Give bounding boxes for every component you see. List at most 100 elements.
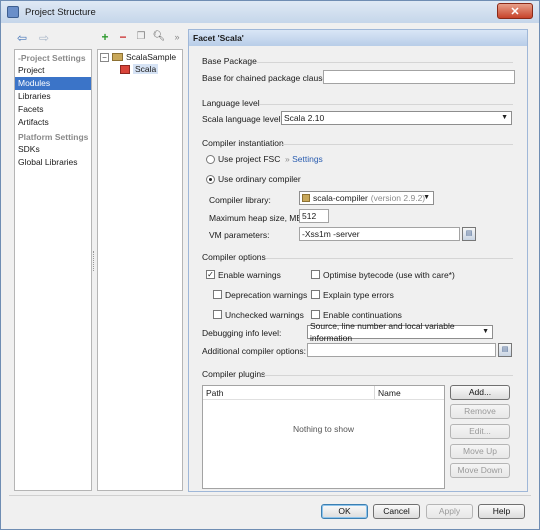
heap-size-label: Maximum heap size, MB: <box>209 213 305 223</box>
tree-root-label: ScalaSample <box>126 52 177 62</box>
scala-facet-icon <box>120 64 130 74</box>
scala-language-level-select[interactable]: Scala 2.10 ▼ <box>281 111 512 125</box>
module-folder-icon <box>112 53 123 61</box>
nav-item-facets[interactable]: Facets <box>15 103 91 116</box>
facet-header: Facet 'Scala' <box>189 30 527 46</box>
scala-language-level-value: Scala 2.10 <box>284 113 325 123</box>
chevron-down-icon: ▼ <box>501 114 508 121</box>
divider <box>259 104 513 105</box>
compiler-plugins-title: Compiler plugins <box>202 369 266 379</box>
explain-type-errors-checkbox[interactable] <box>311 290 320 299</box>
divider <box>257 62 513 63</box>
nav-item-modules[interactable]: Modules <box>15 77 91 90</box>
unchecked-warnings-checkbox[interactable] <box>213 310 222 319</box>
optimise-bytecode-checkbox[interactable] <box>311 270 320 279</box>
empty-table-message: Nothing to show <box>293 424 354 434</box>
use-project-fsc-label: Use project FSC <box>218 154 281 164</box>
platform-settings-header: Platform Settings <box>18 132 89 142</box>
copy-icon[interactable]: ❐ <box>135 31 147 43</box>
column-header-name[interactable]: Name <box>375 386 401 399</box>
close-icon: ✕ <box>510 5 520 18</box>
window-title: Project Structure <box>25 6 96 18</box>
add-icon[interactable]: + <box>99 31 111 43</box>
use-ordinary-compiler-label: Use ordinary compiler <box>218 174 301 184</box>
heap-size-input[interactable]: 512 <box>299 209 329 223</box>
divider <box>9 495 531 496</box>
use-ordinary-compiler-radio[interactable] <box>206 175 215 184</box>
add-plugin-button[interactable]: Add... <box>450 385 510 400</box>
nav-item-project[interactable]: Project <box>15 64 91 77</box>
collapse-icon[interactable]: − <box>100 52 109 62</box>
app-icon <box>7 6 19 18</box>
scala-language-level-label: Scala language level: <box>202 114 283 124</box>
enable-continuations-label: Enable continuations <box>323 310 402 320</box>
splitter-handle[interactable] <box>93 251 95 271</box>
nav-item-libraries[interactable]: Libraries <box>15 90 91 103</box>
apply-button[interactable]: Apply <box>426 504 473 519</box>
search-icon[interactable]: 🔍︎ <box>153 31 166 43</box>
column-header-path[interactable]: Path <box>203 386 375 399</box>
help-button[interactable]: Help <box>478 504 525 519</box>
compiler-library-value: scala-compiler <box>313 193 368 203</box>
use-project-fsc-radio[interactable] <box>206 155 215 164</box>
base-package-label: Base for chained package clauses <box>202 73 332 83</box>
more-icon[interactable]: » <box>171 31 183 43</box>
base-package-title: Base Package <box>202 56 257 66</box>
compiler-library-label: Compiler library: <box>209 195 271 205</box>
compiler-library-version: (version 2.9.2) <box>370 193 426 203</box>
compiler-plugins-table[interactable]: Path Name Nothing to show <box>202 385 445 489</box>
divider <box>281 144 513 145</box>
additional-compiler-options-input[interactable] <box>307 343 496 357</box>
nav-toolbar: ⇦ ⇨ <box>15 31 51 45</box>
tree-child-label: Scala <box>133 64 159 74</box>
enable-warnings-checkbox[interactable]: ✓ <box>206 270 215 279</box>
divider <box>266 258 513 259</box>
enable-warnings-label: Enable warnings <box>218 270 281 280</box>
compiler-instantiation-title: Compiler instantiation <box>202 138 284 148</box>
debugging-info-select[interactable]: Source, line number and local variable i… <box>307 321 493 343</box>
vm-parameters-label: VM parameters: <box>209 230 270 240</box>
nav-item-global-libraries[interactable]: Global Libraries <box>15 156 91 169</box>
remove-icon[interactable]: − <box>117 31 129 43</box>
nav-item-artifacts[interactable]: Artifacts <box>15 116 91 129</box>
forward-arrow-icon[interactable]: ⇨ <box>37 31 51 45</box>
tree-node-root[interactable]: − ScalaSample <box>98 51 182 63</box>
expand-editor-icon[interactable]: ▤ <box>498 343 512 357</box>
ok-button[interactable]: OK <box>321 504 368 519</box>
tree-node-scala[interactable]: Scala <box>120 63 182 75</box>
fsc-settings-link[interactable]: » Settings <box>285 154 323 164</box>
move-up-button[interactable]: Move Up <box>450 444 510 459</box>
deprecation-warnings-label: Deprecation warnings <box>225 290 308 300</box>
table-header: Path Name <box>203 386 444 400</box>
deprecation-warnings-checkbox[interactable] <box>213 290 222 299</box>
base-package-input[interactable] <box>323 70 515 84</box>
expand-editor-icon[interactable]: ▤ <box>462 227 476 241</box>
close-button[interactable]: ✕ <box>497 3 533 19</box>
nav-item-sdks[interactable]: SDKs <box>15 143 91 156</box>
debugging-info-value: Source, line number and local variable i… <box>310 321 455 343</box>
compiler-library-select[interactable]: scala-compiler (version 2.9.2) ▼ <box>299 191 434 205</box>
module-toolbar: + − ❐ 🔍︎ » <box>99 31 183 43</box>
chevron-down-icon: ▼ <box>482 328 489 335</box>
remove-plugin-button[interactable]: Remove <box>450 404 510 419</box>
language-level-title: Language level <box>202 98 260 108</box>
project-structure-window: Project Structure ✕ ⇦ ⇨ -Project Setting… <box>0 0 540 530</box>
edit-plugin-button[interactable]: Edit... <box>450 424 510 439</box>
module-tree: − ScalaSample Scala <box>97 49 183 491</box>
cancel-button[interactable]: Cancel <box>373 504 420 519</box>
title-bar: Project Structure ✕ <box>1 1 539 23</box>
library-icon <box>302 194 310 202</box>
compiler-options-title: Compiler options <box>202 252 266 262</box>
additional-compiler-options-label: Additional compiler options: <box>202 346 306 356</box>
back-arrow-icon[interactable]: ⇦ <box>15 31 29 45</box>
debugging-info-label: Debugging info level: <box>202 328 282 338</box>
project-settings-header: -Project Settings <box>18 53 86 63</box>
move-down-button[interactable]: Move Down <box>450 463 510 478</box>
unchecked-warnings-label: Unchecked warnings <box>225 310 304 320</box>
chevron-down-icon: ▼ <box>423 194 430 201</box>
optimise-bytecode-label: Optimise bytecode (use with care*) <box>323 270 455 280</box>
explain-type-errors-label: Explain type errors <box>323 290 394 300</box>
divider <box>263 375 513 376</box>
enable-continuations-checkbox[interactable] <box>311 310 320 319</box>
vm-parameters-input[interactable]: -Xss1m -server <box>299 227 460 241</box>
